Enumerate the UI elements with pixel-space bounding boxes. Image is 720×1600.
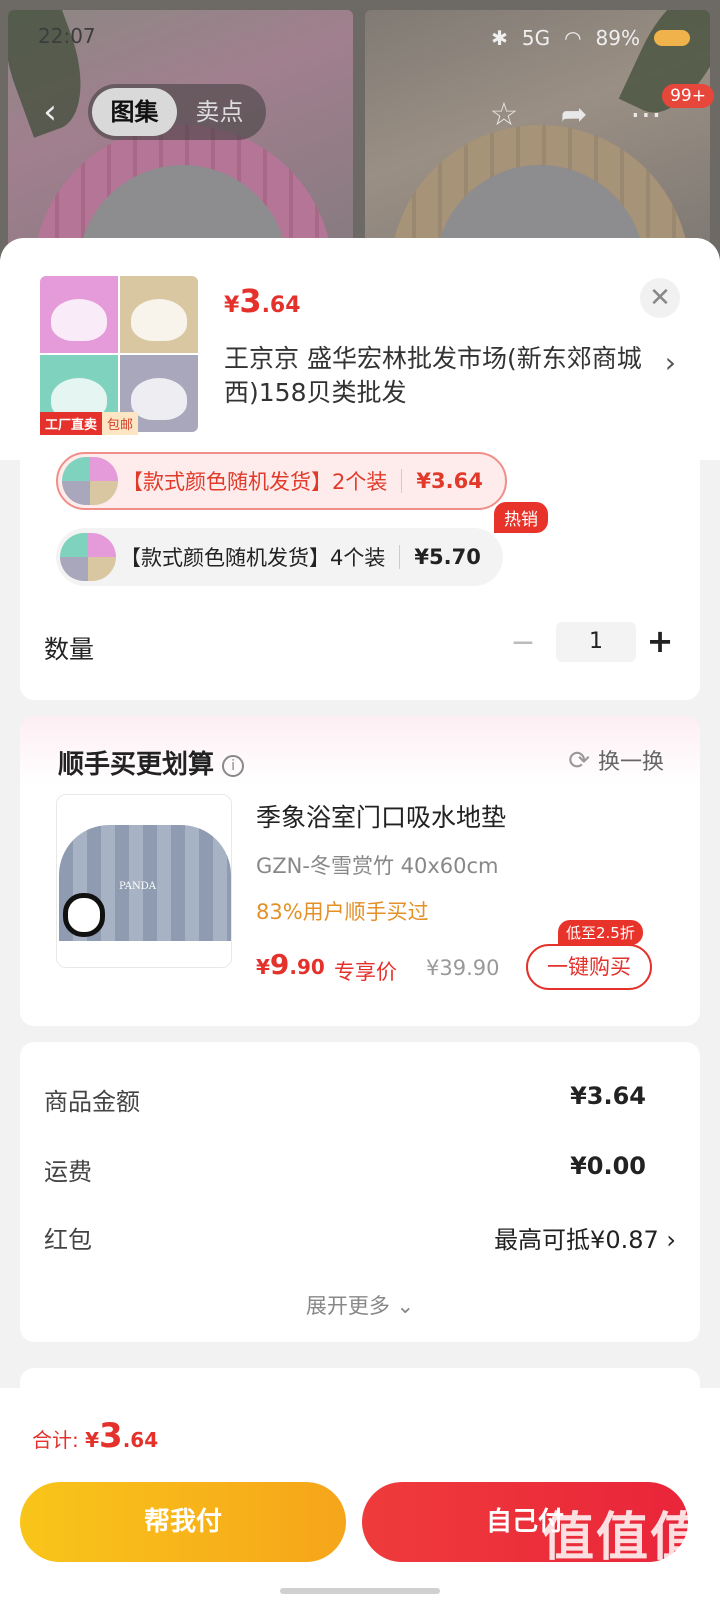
- watermark-logo: 值值值 zhizhizhi.com: [541, 1508, 704, 1588]
- quantity-label: 数量: [44, 635, 95, 664]
- free-shipping-tag: 包邮: [102, 412, 139, 435]
- quantity-plus-button[interactable]: +: [642, 624, 678, 660]
- upsell-item-stat: 83%用户顺手买过: [256, 900, 429, 924]
- one-click-buy-button[interactable]: 一键购买: [526, 944, 652, 990]
- variant-thumbnail: [60, 533, 116, 581]
- chevron-right-icon[interactable]: ›: [665, 346, 676, 379]
- bluetooth-icon: ✱: [491, 26, 508, 50]
- variant-thumbnail: [62, 457, 118, 505]
- quantity-minus-button[interactable]: −: [508, 626, 538, 662]
- back-icon[interactable]: ‹: [30, 92, 70, 132]
- status-time: 22:07: [38, 24, 96, 48]
- variant-option-2pack[interactable]: 【款式颜色随机发货】2个装 ¥3.64: [56, 452, 507, 510]
- discount-tag: 低至2.5折: [558, 920, 643, 945]
- star-icon[interactable]: ☆: [482, 92, 526, 136]
- checkout-bar: 合计: ¥3.64 帮我付 自己付 值值值 zhizhizhi.com: [0, 1388, 720, 1600]
- thumbnail-tags: 工厂直卖 包邮: [40, 412, 139, 435]
- battery-label: 89%: [595, 26, 640, 50]
- expand-more-button[interactable]: 展开更多 ⌄: [20, 1290, 700, 1320]
- upsell-item-image[interactable]: PANDA: [56, 794, 232, 968]
- status-bar: 22:07 ✱ 5G ◠ 89%: [0, 0, 720, 70]
- swap-button[interactable]: ⟳ 换一换: [568, 744, 664, 776]
- gallery-tab-switch: 图集 卖点: [88, 84, 266, 140]
- order-total: 合计: ¥3.64: [32, 1416, 159, 1456]
- exclusive-price-label: 专享价: [334, 960, 397, 984]
- variant-label: 【款式颜色随机发货】4个装: [120, 546, 386, 570]
- tab-gallery[interactable]: 图集: [92, 88, 177, 136]
- hot-sale-tag: 热销: [494, 502, 548, 533]
- panda-icon: [63, 893, 105, 937]
- upsell-card: 顺手买更划算 i ⟳ 换一换 PANDA 季象浴室门口吸水地垫 GZN-冬雪赏竹 4…: [20, 716, 700, 1026]
- variant-option-4pack[interactable]: 【款式颜色随机发货】4个装 ¥5.70: [56, 528, 503, 586]
- share-icon[interactable]: ➦: [552, 92, 596, 136]
- close-icon[interactable]: ✕: [640, 278, 680, 318]
- factory-direct-tag: 工厂直卖: [40, 412, 103, 435]
- shop-name[interactable]: 王京京 盛华宏林批发市场(新东郊商城西)158贝类批发: [224, 342, 644, 410]
- upsell-title: 顺手买更划算 i: [58, 744, 245, 781]
- summary-row-red-packet[interactable]: 红包 最高可抵¥0.87 ›: [44, 1220, 676, 1255]
- network-label: 5G: [521, 26, 551, 50]
- quantity-input[interactable]: 1: [556, 622, 636, 662]
- product-gallery-background: 22:07 ✱ 5G ◠ 89% ‹ 图集 卖点 ☆ ➦ ⋯ 99+: [0, 0, 720, 260]
- variant-card: 【款式颜色随机发货】2个装 ¥3.64 【款式颜色随机发货】4个装 ¥5.70 …: [20, 452, 700, 700]
- variant-price: ¥5.70: [414, 545, 481, 569]
- refresh-icon: ⟳: [568, 746, 590, 776]
- product-thumbnail[interactable]: [40, 276, 198, 432]
- summary-row-goods: 商品金额 ¥3.64: [44, 1082, 646, 1116]
- upsell-item-title[interactable]: 季象浴室门口吸水地垫: [256, 798, 506, 834]
- order-summary-card: 商品金额 ¥3.64 运费 ¥0.00 红包 最高可抵¥0.87 › 展开更多 …: [20, 1042, 700, 1342]
- home-indicator: [280, 1588, 440, 1594]
- product-price: ¥3.64: [224, 282, 301, 320]
- variant-price: ¥3.64: [416, 469, 483, 493]
- summary-row-shipping: 运费 ¥0.00: [44, 1152, 646, 1186]
- variant-label: 【款式颜色随机发货】2个装: [122, 470, 388, 494]
- help-me-pay-button[interactable]: 帮我付: [20, 1482, 346, 1562]
- gallery-nav: ‹ 图集 卖点 ☆ ➦ ⋯: [0, 84, 720, 140]
- message-badge: 99+: [662, 84, 714, 108]
- wifi-icon: ◠: [564, 26, 582, 50]
- info-icon[interactable]: i: [222, 754, 245, 777]
- upsell-item-price: ¥9.90: [256, 948, 325, 981]
- tab-selling-points[interactable]: 卖点: [177, 88, 262, 136]
- battery-icon: [654, 30, 690, 46]
- upsell-item-spec: GZN-冬雪赏竹 40x60cm: [256, 854, 499, 878]
- original-price: ¥39.90: [426, 956, 500, 980]
- sheet-header: 工厂直卖 包邮 ¥3.64 ✕ 王京京 盛华宏林批发市场(新东郊商城西)158贝…: [0, 238, 720, 460]
